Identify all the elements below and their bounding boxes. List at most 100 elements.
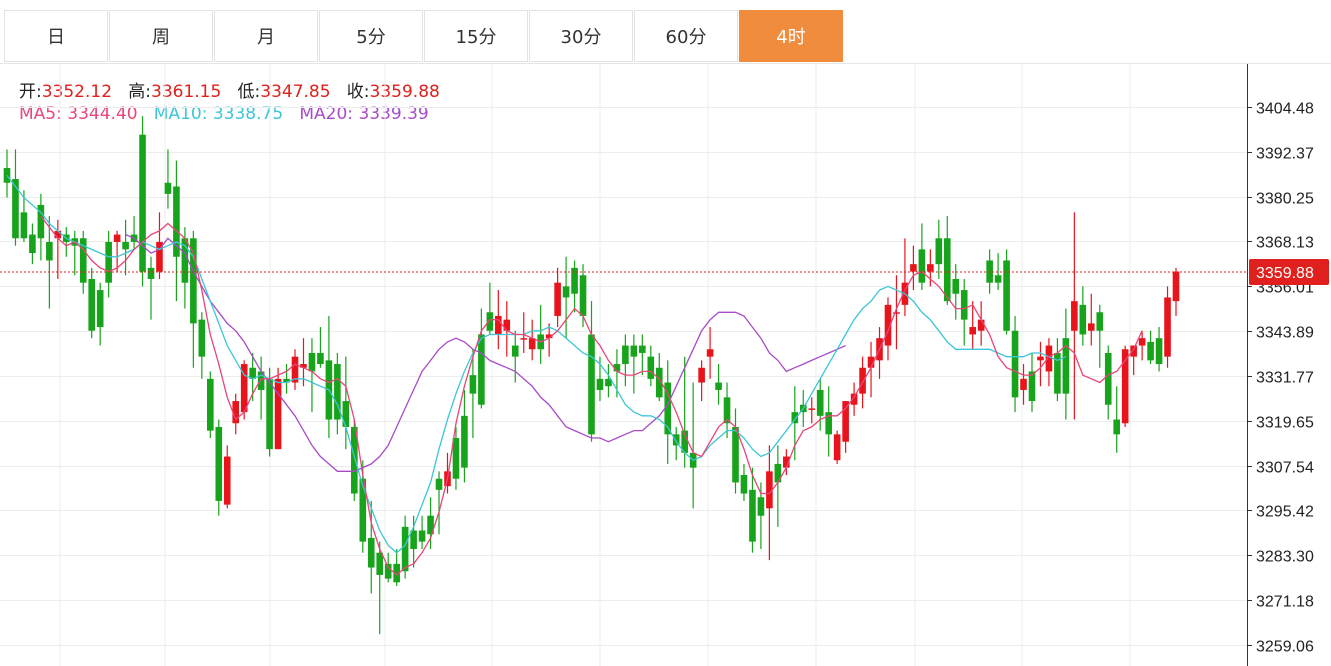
candle-body (435, 478, 443, 490)
y-tick-label: 3392.37 (1256, 146, 1314, 163)
candle-body (850, 393, 858, 405)
candle-body (630, 345, 638, 357)
candle-body (215, 426, 223, 501)
candle-body (1020, 378, 1027, 390)
candle-body (969, 327, 976, 335)
candle-body (740, 475, 748, 494)
candle-body (511, 345, 519, 357)
candle-body (147, 267, 155, 279)
candle-body (1087, 323, 1095, 331)
candle-body (927, 264, 934, 272)
y-tick-label: 3295.42 (1256, 504, 1314, 521)
candle-body (1130, 345, 1137, 357)
y-tick-label: 3343.89 (1256, 325, 1314, 342)
candle-body (952, 278, 960, 294)
candle-body (1113, 419, 1121, 435)
candle-body (190, 238, 197, 324)
candle-body (266, 378, 273, 450)
candle-body (816, 389, 824, 416)
candle-body (960, 290, 968, 320)
candle-body (495, 315, 502, 335)
candle-body (1045, 345, 1053, 372)
candle-body (842, 401, 849, 442)
candle-body (1172, 271, 1180, 302)
candle-body (977, 319, 985, 331)
candle-body (1037, 356, 1044, 361)
y-tick-label: 3331.77 (1256, 370, 1314, 387)
candle-body (994, 275, 1002, 283)
candle-body (639, 345, 646, 353)
candle-body (706, 349, 714, 357)
y-tick-label: 3319.65 (1256, 415, 1314, 432)
candle-body (46, 241, 53, 261)
candle-body (164, 182, 172, 194)
candle-body (113, 234, 121, 242)
candle-body (732, 426, 739, 483)
candlestick-chart: 3404.483392.373380.253368.133356.013343.… (0, 64, 1329, 666)
candle-body (105, 241, 112, 283)
candle-body (715, 382, 722, 390)
candle-body (1155, 338, 1163, 365)
y-tick-label: 3307.54 (1256, 460, 1314, 477)
candle-body (1079, 304, 1087, 335)
candle-body (622, 345, 629, 365)
candle-body (596, 378, 604, 390)
y-tick-label: 3368.13 (1256, 235, 1314, 252)
candle-body (418, 530, 426, 542)
candle-body (647, 356, 655, 379)
candle-body (1104, 352, 1112, 405)
candle-body (1003, 260, 1010, 331)
candle-body (562, 286, 570, 298)
candle-body (757, 497, 765, 516)
y-tick-label: 3271.18 (1256, 594, 1314, 611)
candle-body (503, 319, 511, 331)
candle-body (342, 401, 350, 427)
candle-body (3, 167, 11, 183)
candle-body (12, 179, 19, 239)
candle-body (859, 367, 866, 394)
candle-body (29, 234, 36, 254)
y-tick-label: 3283.30 (1256, 549, 1314, 566)
candle-body (1138, 338, 1146, 346)
candle-body (122, 241, 129, 250)
candle-body (749, 489, 756, 542)
candle-body (469, 375, 477, 394)
candle-body (198, 319, 206, 357)
candle-body (1011, 330, 1019, 398)
y-tick-label: 3380.25 (1256, 191, 1314, 208)
candle-body (1028, 371, 1036, 402)
candle-body (308, 352, 316, 372)
candle-body (520, 338, 528, 340)
candle-body (588, 334, 595, 435)
candle-body (808, 408, 816, 410)
candle-body (20, 212, 28, 239)
candle-body (401, 526, 409, 572)
candle-body (698, 367, 705, 383)
candle-body (554, 282, 561, 316)
candle-body (1147, 341, 1154, 361)
candle-body (1164, 297, 1171, 357)
candle-body (96, 290, 104, 328)
y-tick-label: 3404.48 (1256, 101, 1314, 118)
candle-body (579, 275, 587, 316)
y-tick-label: 3259.06 (1256, 639, 1314, 656)
candle-body (833, 434, 841, 461)
candle-body (376, 552, 384, 575)
candle-body (139, 134, 146, 272)
candle-body (461, 415, 468, 468)
candle-body (486, 312, 494, 331)
candle-body (918, 249, 926, 283)
candle-body (1071, 301, 1078, 331)
candle-body (1096, 312, 1104, 331)
candle-body (88, 278, 96, 331)
candle-body (274, 378, 282, 450)
current-price-label: 3359.88 (1256, 265, 1314, 282)
candle-body (223, 456, 231, 505)
candle-body (478, 334, 485, 405)
candle-body (207, 378, 214, 431)
candle-body (452, 438, 460, 479)
candle-body (367, 537, 375, 568)
candle-body (935, 238, 943, 265)
candle-body (317, 352, 324, 365)
ma10-line (6, 175, 1067, 554)
